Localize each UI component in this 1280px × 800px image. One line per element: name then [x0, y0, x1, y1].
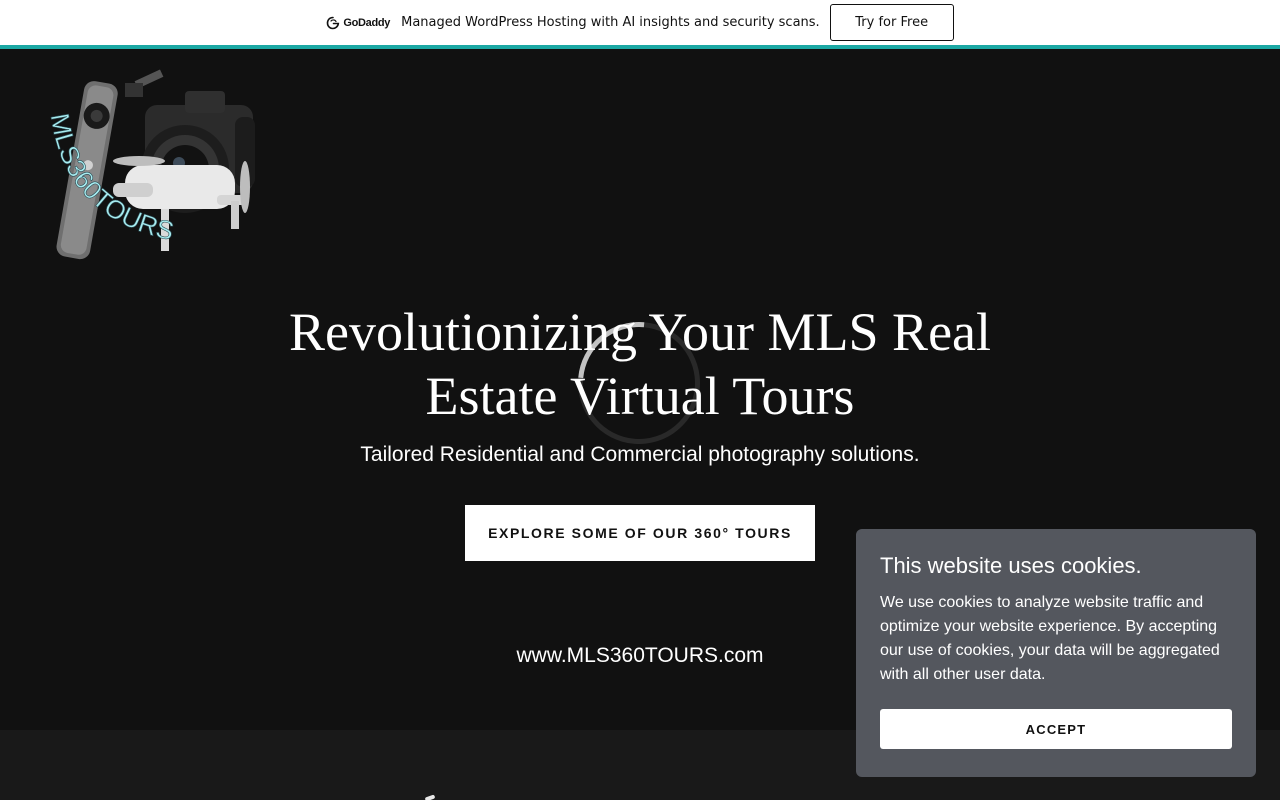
accept-cookies-button[interactable]: ACCEPT — [880, 709, 1232, 749]
cookie-consent-panel: This website uses cookies. We use cookie… — [856, 529, 1256, 777]
godaddy-wordmark: GoDaddy — [343, 16, 391, 29]
cookie-description: We use cookies to analyze website traffi… — [880, 594, 1220, 683]
cookie-title: This website uses cookies. — [880, 553, 1142, 578]
try-for-free-button[interactable]: Try for Free — [829, 4, 954, 41]
promo-message: Managed WordPress Hosting with AI insigh… — [401, 15, 820, 30]
promo-banner: GoDaddy Managed WordPress Hosting with A… — [0, 0, 1280, 45]
hero-subtitle: Tailored Residential and Commercial phot… — [360, 443, 920, 466]
godaddy-icon — [327, 16, 340, 29]
godaddy-logo[interactable]: GoDaddy — [326, 16, 390, 30]
explore-tours-button[interactable]: EXPLORE SOME OF OUR 360° TOURS — [465, 505, 815, 561]
website-url-text: www.MLS360TOURS.com — [516, 644, 764, 667]
logo-graphic: MLS360TOURS — [44, 69, 255, 260]
site-logo[interactable]: MLS360TOURS — [44, 65, 260, 270]
